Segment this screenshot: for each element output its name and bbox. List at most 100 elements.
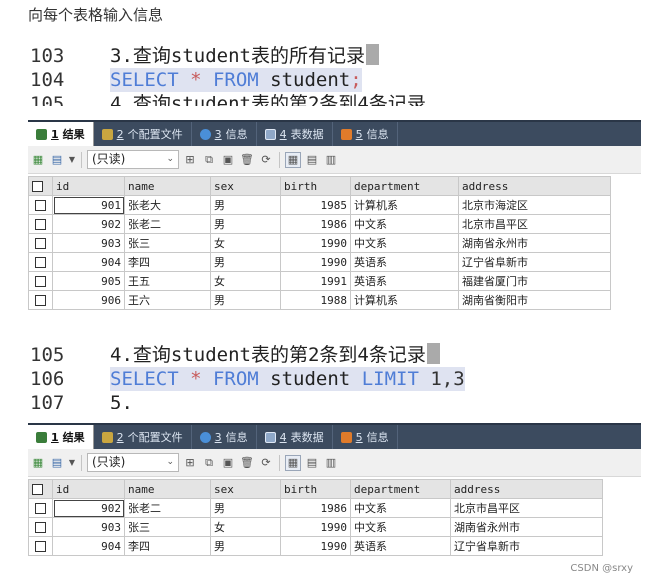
column-header[interactable]: id bbox=[52, 176, 125, 196]
cell-department[interactable]: 英语系 bbox=[350, 536, 451, 556]
selected-sql[interactable]: SELECT * FROM student LIMIT 1,3 bbox=[110, 367, 465, 391]
cell-id[interactable]: 904 bbox=[52, 252, 125, 272]
selected-sql[interactable]: SELECT * FROM student; bbox=[110, 68, 362, 92]
cell-name[interactable]: 张三 bbox=[124, 233, 211, 253]
cell-name[interactable]: 张三 bbox=[124, 517, 211, 537]
cell-department[interactable]: 计算机系 bbox=[350, 290, 459, 310]
cell-address[interactable]: 北京市昌平区 bbox=[450, 498, 603, 518]
cell-department[interactable]: 英语系 bbox=[350, 252, 459, 272]
tab-info[interactable]: 3 信息 bbox=[192, 425, 257, 449]
cell-address[interactable]: 湖南省永州市 bbox=[458, 233, 611, 253]
sql-editor-2[interactable]: 105 4.查询student表的第2条到4条记录 106 SELECT * F… bbox=[28, 343, 588, 409]
tab-info-2[interactable]: 5 信息 bbox=[333, 122, 398, 146]
cell-department[interactable]: 中文系 bbox=[350, 233, 459, 253]
cell-birth[interactable]: 1988 bbox=[280, 290, 351, 310]
row-checkbox[interactable] bbox=[28, 195, 53, 215]
row-checkbox[interactable] bbox=[28, 214, 53, 234]
refresh-icon[interactable]: ⟳ bbox=[258, 152, 274, 168]
grid-view-icon[interactable]: ▦ bbox=[285, 151, 301, 168]
tab-profile[interactable]: 2 个配置文件 bbox=[94, 425, 192, 449]
row-checkbox[interactable] bbox=[28, 498, 53, 518]
cell-address[interactable]: 辽宁省阜新市 bbox=[450, 536, 603, 556]
sql-editor-1[interactable]: 103 3.查询student表的所有记录 104 SELECT * FROM … bbox=[28, 44, 588, 106]
text-view-icon[interactable]: ▥ bbox=[323, 152, 339, 168]
column-header[interactable]: name bbox=[124, 176, 211, 196]
tab-profile[interactable]: 2 个配置文件 bbox=[94, 122, 192, 146]
form-view-icon[interactable]: ▤ bbox=[304, 152, 320, 168]
row-checkbox[interactable] bbox=[28, 290, 53, 310]
cell-address[interactable]: 北京市昌平区 bbox=[458, 214, 611, 234]
row-checkbox[interactable] bbox=[28, 271, 53, 291]
cell-name[interactable]: 张老二 bbox=[124, 498, 211, 518]
grid-view-icon[interactable]: ▦ bbox=[285, 454, 301, 471]
export-icon[interactable]: ▦ bbox=[30, 455, 46, 471]
tab-table-data[interactable]: 4 表数据 bbox=[257, 122, 333, 146]
duplicate-row-icon[interactable]: ⧉ bbox=[201, 455, 217, 471]
chevron-down-icon[interactable]: ▼ bbox=[68, 152, 76, 168]
cell-name[interactable]: 李四 bbox=[124, 252, 211, 272]
table-row[interactable]: 905 王五 女 1991 英语系 福建省厦门市 bbox=[28, 271, 611, 291]
cell-sex[interactable]: 男 bbox=[210, 290, 281, 310]
cell-id[interactable]: 904 bbox=[52, 536, 125, 556]
cell-birth[interactable]: 1991 bbox=[280, 271, 351, 291]
cell-birth[interactable]: 1990 bbox=[280, 252, 351, 272]
cell-id[interactable]: 906 bbox=[52, 290, 125, 310]
cell-sex[interactable]: 女 bbox=[210, 271, 281, 291]
export-icon[interactable]: ▦ bbox=[30, 152, 46, 168]
cell-sex[interactable]: 男 bbox=[210, 536, 281, 556]
cell-id[interactable]: 903 bbox=[52, 233, 125, 253]
cell-sex[interactable]: 男 bbox=[210, 195, 281, 215]
cell-name[interactable]: 张老二 bbox=[124, 214, 211, 234]
table-row[interactable]: 904 李四 男 1990 英语系 辽宁省阜新市 bbox=[28, 536, 603, 556]
save-icon[interactable]: ▣ bbox=[220, 455, 236, 471]
cell-id[interactable]: 903 bbox=[52, 517, 125, 537]
column-header[interactable]: id bbox=[52, 479, 125, 499]
table-row[interactable]: 903 张三 女 1990 中文系 湖南省永州市 bbox=[28, 517, 603, 537]
import-icon[interactable]: ▤ bbox=[49, 455, 65, 471]
column-header[interactable]: department bbox=[350, 176, 459, 196]
cell-birth[interactable]: 1990 bbox=[280, 536, 351, 556]
cell-name[interactable]: 李四 bbox=[124, 536, 211, 556]
cell-sex[interactable]: 男 bbox=[210, 252, 281, 272]
form-view-icon[interactable]: ▤ bbox=[304, 455, 320, 471]
cell-birth[interactable]: 1985 bbox=[280, 195, 351, 215]
column-header[interactable]: birth bbox=[280, 176, 351, 196]
cell-address[interactable]: 湖南省衡阳市 bbox=[458, 290, 611, 310]
delete-icon[interactable]: 🗑 bbox=[239, 455, 255, 471]
column-header[interactable]: birth bbox=[280, 479, 351, 499]
cell-department[interactable]: 中文系 bbox=[350, 498, 451, 518]
row-checkbox[interactable] bbox=[28, 536, 53, 556]
column-header[interactable]: sex bbox=[210, 479, 281, 499]
column-header[interactable]: sex bbox=[210, 176, 281, 196]
cell-name[interactable]: 王五 bbox=[124, 271, 211, 291]
cell-address[interactable]: 北京市海淀区 bbox=[458, 195, 611, 215]
column-header[interactable]: address bbox=[458, 176, 611, 196]
import-icon[interactable]: ▤ bbox=[49, 152, 65, 168]
cell-address[interactable]: 湖南省永州市 bbox=[450, 517, 603, 537]
column-header[interactable]: name bbox=[124, 479, 211, 499]
cell-name[interactable]: 张老大 bbox=[124, 195, 211, 215]
chevron-down-icon[interactable]: ▼ bbox=[68, 455, 76, 471]
insert-row-icon[interactable]: ⊞ bbox=[182, 455, 198, 471]
table-row[interactable]: 902 张老二 男 1986 中文系 北京市昌平区 bbox=[28, 498, 603, 518]
cell-id[interactable]: 901 bbox=[52, 195, 125, 215]
text-view-icon[interactable]: ▥ bbox=[323, 455, 339, 471]
insert-row-icon[interactable]: ⊞ bbox=[182, 152, 198, 168]
table-row[interactable]: 903 张三 女 1990 中文系 湖南省永州市 bbox=[28, 233, 611, 253]
cell-birth[interactable]: 1990 bbox=[280, 517, 351, 537]
tab-info-2[interactable]: 5 信息 bbox=[333, 425, 398, 449]
cell-id[interactable]: 905 bbox=[52, 271, 125, 291]
select-all-checkbox[interactable] bbox=[28, 176, 53, 196]
cell-department[interactable]: 英语系 bbox=[350, 271, 459, 291]
table-row[interactable]: 901 张老大 男 1985 计算机系 北京市海淀区 bbox=[28, 195, 611, 215]
table-row[interactable]: 902 张老二 男 1986 中文系 北京市昌平区 bbox=[28, 214, 611, 234]
tab-result[interactable]: 1 结果 bbox=[28, 122, 94, 146]
column-header[interactable]: address bbox=[450, 479, 603, 499]
cell-birth[interactable]: 1986 bbox=[280, 214, 351, 234]
cell-department[interactable]: 中文系 bbox=[350, 214, 459, 234]
cell-sex[interactable]: 女 bbox=[210, 233, 281, 253]
cell-id[interactable]: 902 bbox=[52, 214, 125, 234]
cell-sex[interactable]: 男 bbox=[210, 498, 281, 518]
cell-id[interactable]: 902 bbox=[52, 498, 125, 518]
cell-name[interactable]: 王六 bbox=[124, 290, 211, 310]
